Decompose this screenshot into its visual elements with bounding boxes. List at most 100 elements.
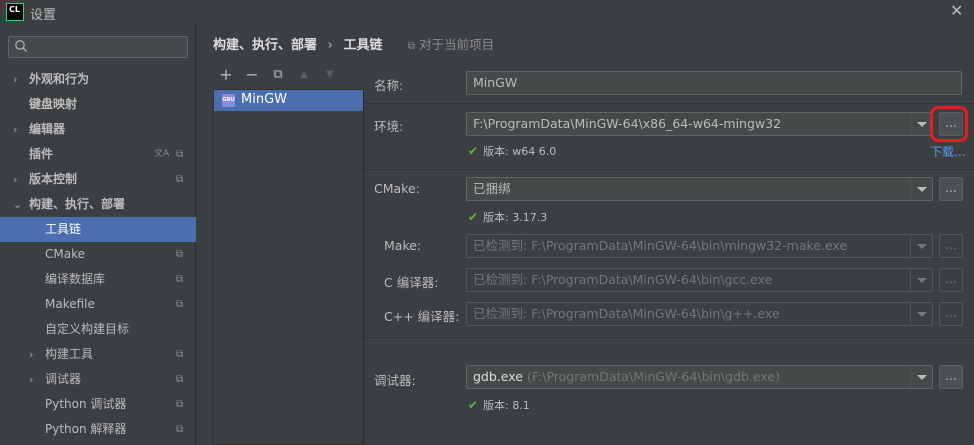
sidebar-item[interactable]: 编译数据库 ⧉ [0, 267, 196, 292]
sidebar-item-label: 插件 [29, 147, 54, 161]
sidebar-item[interactable]: › 外观和行为 [0, 67, 196, 92]
chevron-down-icon[interactable] [910, 235, 932, 257]
project-scope-icon: ⧉ [176, 149, 184, 160]
project-scope-icon: ⧉ [176, 249, 184, 260]
project-scope-icon: ⧉ [176, 349, 184, 360]
highlight-annotation [930, 106, 968, 142]
sidebar-item-label: 构建、执行、部署 [29, 197, 126, 211]
download-link[interactable]: 下载... [930, 143, 965, 160]
sidebar-item[interactable]: › 构建工具 ⧉ [0, 342, 196, 367]
sidebar-item-label: Makefile [45, 297, 95, 311]
browse-debugger-button[interactable]: ... [939, 365, 963, 389]
sidebar-item-label: 构建工具 [45, 347, 94, 361]
divider [364, 169, 974, 170]
sidebar-item-label: 编译数据库 [45, 272, 106, 286]
breadcrumb-current: 工具链 [343, 38, 383, 53]
cmake-value: 已捆绑 [473, 181, 511, 196]
c-compiler-combo[interactable]: 已检测到: F:\ProgramData\MinGW-64\bin\gcc.ex… [466, 268, 933, 292]
environment-label: 环境: [374, 119, 404, 134]
environment-version-text: 版本: w64 6.0 [483, 145, 557, 158]
sidebar-item[interactable]: 自定义构建目标 [0, 317, 196, 342]
sidebar-item[interactable]: 工具链 [0, 217, 196, 242]
sidebar-item[interactable]: CMake ⧉ [0, 242, 196, 267]
cmake-label: CMake: [374, 181, 420, 196]
sidebar-item[interactable]: 插件 文A ⧉ [0, 142, 196, 167]
project-scope-icon: ⧉ [176, 274, 184, 285]
translate-icon: 文A [154, 149, 170, 159]
sidebar-item-label: 版本控制 [29, 172, 78, 186]
chevron-right-icon[interactable]: › [29, 342, 39, 367]
browse-c-compiler-button[interactable]: ... [939, 268, 963, 292]
sidebar-item-label: 外观和行为 [29, 72, 90, 86]
sidebar-item[interactable]: ⌄ 构建、执行、部署 [0, 192, 196, 217]
copy-toolchain-button[interactable]: ⧉ [267, 64, 289, 86]
make-label: Make: [384, 238, 422, 253]
debugger-version-text: 版本: 8.1 [483, 399, 530, 412]
environment-combo[interactable]: F:\ProgramData\MinGW-64\x86_64-w64-mingw… [466, 112, 933, 136]
add-toolchain-button[interactable]: + [215, 64, 237, 86]
debugger-path: (F:\ProgramData\MinGW-64\bin\gdb.exe) [526, 369, 780, 384]
check-icon: ✔ [468, 398, 479, 412]
scope-indicator: ⧉ 对于当前项目 [408, 34, 494, 53]
chevron-right-icon[interactable]: › [13, 117, 23, 142]
title-bar [0, 0, 974, 24]
divider [364, 337, 974, 338]
sidebar-item[interactable]: › 编辑器 [0, 117, 196, 142]
sidebar-item-label: 编辑器 [29, 122, 66, 136]
sidebar-item-label: Python 解释器 [45, 422, 127, 436]
remove-toolchain-button[interactable]: − [241, 64, 263, 86]
toolchain-toolbar: + − ⧉ ▲ ▼ [213, 64, 363, 88]
environment-value: F:\ProgramData\MinGW-64\x86_64-w64-mingw… [473, 116, 782, 131]
project-scope-icon: ⧉ [176, 424, 184, 435]
cpp-compiler-combo[interactable]: 已检测到: F:\ProgramData\MinGW-64\bin\g++.ex… [466, 302, 933, 326]
gnu-icon: GNU [222, 94, 235, 107]
sidebar-item-label: 键盘映射 [29, 97, 78, 111]
sidebar-item[interactable]: Makefile ⧉ [0, 292, 196, 317]
browse-cpp-compiler-button[interactable]: ... [939, 302, 963, 326]
cmake-combo[interactable]: 已捆绑 [466, 177, 933, 201]
browse-make-button[interactable]: ... [939, 234, 963, 258]
chevron-right-icon[interactable]: › [13, 67, 23, 92]
make-combo[interactable]: 已检测到: F:\ProgramData\MinGW-64\bin\mingw3… [466, 234, 933, 258]
environment-version: ✔ 版本: w64 6.0 [468, 143, 556, 159]
make-value: F:\ProgramData\MinGW-64\bin\mingw32-make… [531, 238, 848, 253]
check-icon: ✔ [468, 210, 479, 224]
sidebar-item-label: 工具链 [45, 222, 82, 236]
window-title: 设置 [30, 8, 57, 23]
name-label: 名称: [374, 78, 404, 93]
project-scope-icon: ⧉ [408, 41, 416, 52]
chevron-down-icon[interactable] [910, 269, 932, 291]
name-field[interactable]: MinGW [466, 71, 962, 95]
sidebar-item-label: 调试器 [45, 372, 82, 386]
chevron-down-icon[interactable] [910, 303, 932, 325]
cpp-compiler-detected-hint: 已检测到: [473, 306, 528, 321]
c-compiler-label: C 编译器: [384, 275, 439, 290]
make-detected-hint: 已检测到: [473, 238, 528, 253]
move-down-button[interactable]: ▼ [319, 64, 341, 86]
chevron-down-icon[interactable] [910, 178, 932, 200]
sidebar-item-label: CMake [45, 247, 85, 261]
project-scope-icon: ⧉ [176, 399, 184, 410]
chevron-down-icon[interactable]: ⌄ [13, 192, 23, 217]
sidebar-item[interactable]: Python 调试器 ⧉ [0, 392, 196, 417]
toolchain-item-mingw[interactable]: GNU MinGW [214, 90, 363, 111]
chevron-down-icon[interactable] [910, 113, 932, 135]
close-icon[interactable]: ✕ [950, 1, 963, 20]
project-scope-icon: ⧉ [176, 374, 184, 385]
debugger-combo[interactable]: gdb.exe (F:\ProgramData\MinGW-64\bin\gdb… [466, 365, 933, 389]
sidebar-item-label: Python 调试器 [45, 397, 127, 411]
sidebar-item[interactable]: 键盘映射 [0, 92, 196, 117]
chevron-down-icon[interactable] [910, 366, 932, 388]
sidebar-item[interactable]: › 调试器 ⧉ [0, 367, 196, 392]
toolchain-list [213, 89, 364, 445]
chevron-right-icon[interactable]: › [29, 367, 39, 392]
sidebar-item[interactable]: Python 解释器 ⧉ [0, 417, 196, 442]
move-up-button[interactable]: ▲ [293, 64, 315, 86]
browse-cmake-button[interactable]: ... [939, 177, 963, 201]
chevron-right-icon[interactable]: › [13, 167, 23, 192]
search-input[interactable] [8, 36, 188, 58]
sidebar-item[interactable]: › 版本控制 ⧉ [0, 167, 196, 192]
breadcrumb-parent[interactable]: 构建、执行、部署 [213, 38, 317, 53]
sidebar-item-label: 自定义构建目标 [45, 322, 130, 336]
divider [364, 103, 974, 104]
